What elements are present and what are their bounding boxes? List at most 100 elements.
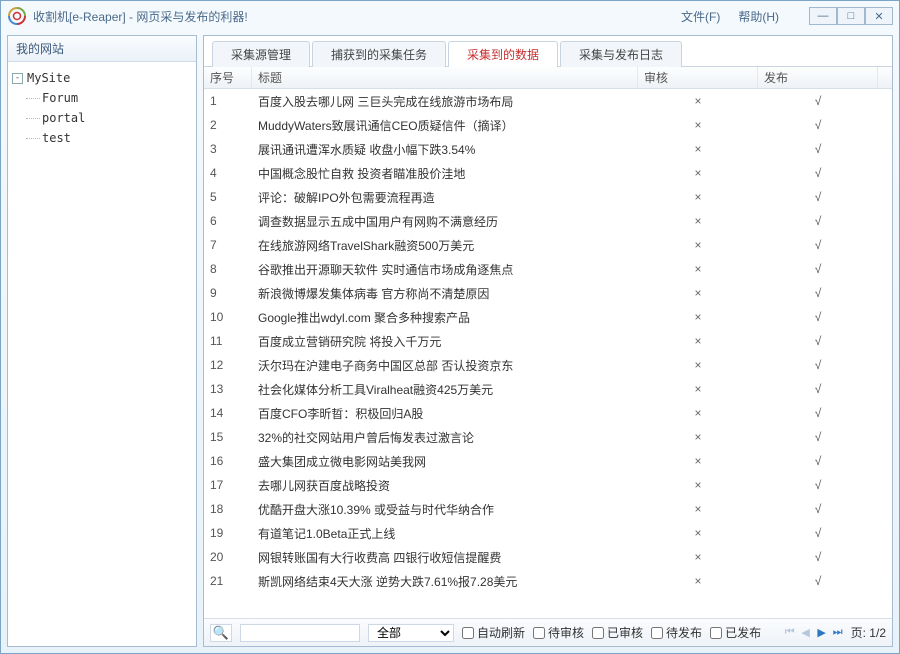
cell-seq: 17 [204, 478, 252, 492]
search-icon[interactable]: 🔍 [210, 624, 232, 642]
cell-publish: √ [758, 166, 878, 180]
cell-seq: 2 [204, 118, 252, 132]
cell-publish: √ [758, 310, 878, 324]
cell-review: × [638, 526, 758, 540]
prev-page-icon[interactable]: ◀ [799, 626, 813, 640]
cell-review: × [638, 166, 758, 180]
cell-title: MuddyWaters致展讯通信CEO质疑信件（摘译） [252, 117, 638, 134]
table-row[interactable]: 19有道笔记1.0Beta正式上线×√ [204, 521, 892, 545]
table-row[interactable]: 5评论：破解IPO外包需要流程再造×√ [204, 185, 892, 209]
cell-title: 谷歌推出开源聊天软件 实时通信市场成角逐焦点 [252, 261, 638, 278]
table-row[interactable]: 18优酷开盘大涨10.39% 或受益与时代华纳合作×√ [204, 497, 892, 521]
table-row[interactable]: 1532%的社交网站用户曾后悔发表过激言论×√ [204, 425, 892, 449]
cell-publish: √ [758, 334, 878, 348]
table-row[interactable]: 9新浪微博爆发集体病毒 官方称尚不清楚原因×√ [204, 281, 892, 305]
cell-seq: 10 [204, 310, 252, 324]
col-seq[interactable]: 序号 [204, 67, 252, 88]
cell-publish: √ [758, 430, 878, 444]
cell-seq: 15 [204, 430, 252, 444]
next-page-icon[interactable]: ▶ [815, 626, 829, 640]
tab[interactable]: 采集到的数据 [448, 41, 558, 67]
table-row[interactable]: 20网银转账国有大行收费高 四银行收短信提醒费×√ [204, 545, 892, 569]
table-row[interactable]: 13社会化媒体分析工具Viralheat融资425万美元×√ [204, 377, 892, 401]
tab-strip: 采集源管理捕获到的采集任务采集到的数据采集与发布日志 [204, 36, 892, 67]
tree-root[interactable]: - MySite [12, 68, 192, 88]
table-row[interactable]: 12沃尔玛在沪建电子商务中国区总部 否认投资京东×√ [204, 353, 892, 377]
cell-publish: √ [758, 214, 878, 228]
table-row[interactable]: 11百度成立营销研究院 将投入千万元×√ [204, 329, 892, 353]
grid-header: 序号 标题 审核 发布 [204, 67, 892, 89]
cell-seq: 20 [204, 550, 252, 564]
cell-seq: 13 [204, 382, 252, 396]
cell-seq: 18 [204, 502, 252, 516]
table-row[interactable]: 17去哪儿网获百度战略投资×√ [204, 473, 892, 497]
chk-published[interactable]: 已发布 [710, 624, 761, 641]
titlebar: 收割机[e-Reaper] - 网页采与发布的利器! 文件(F) 帮助(H) —… [1, 1, 899, 31]
col-publish[interactable]: 发布 [758, 67, 878, 88]
tree-item[interactable]: Forum [12, 88, 192, 108]
cell-seq: 21 [204, 574, 252, 588]
maximize-button[interactable]: □ [837, 7, 865, 25]
grid-body[interactable]: 1百度入股去哪儿网 三巨头完成在线旅游市场布局×√2MuddyWaters致展讯… [204, 89, 892, 618]
tree-item[interactable]: test [12, 128, 192, 148]
first-page-icon[interactable]: ⏮ [783, 626, 797, 640]
app-window: 收割机[e-Reaper] - 网页采与发布的利器! 文件(F) 帮助(H) —… [0, 0, 900, 654]
cell-title: 网银转账国有大行收费高 四银行收短信提醒费 [252, 549, 638, 566]
table-row[interactable]: 14百度CFO李昕晢：积极回归A股×√ [204, 401, 892, 425]
cell-publish: √ [758, 574, 878, 588]
cell-title: 评论：破解IPO外包需要流程再造 [252, 189, 638, 206]
sidebar: 我的网站 - MySite Forumportaltest [7, 35, 197, 647]
cell-title: 百度CFO李昕晢：积极回归A股 [252, 405, 638, 422]
menu-file[interactable]: 文件(F) [681, 8, 720, 25]
col-title[interactable]: 标题 [252, 67, 638, 88]
collapse-icon[interactable]: - [12, 73, 23, 84]
tab[interactable]: 采集源管理 [212, 41, 310, 67]
cell-publish: √ [758, 454, 878, 468]
table-row[interactable]: 10Google推出wdyl.com 聚合多种搜索产品×√ [204, 305, 892, 329]
cell-review: × [638, 406, 758, 420]
cell-seq: 16 [204, 454, 252, 468]
pager: ⏮ ◀ ▶ ⏭ 页: 1/2 [783, 624, 886, 641]
table-row[interactable]: 2MuddyWaters致展讯通信CEO质疑信件（摘译）×√ [204, 113, 892, 137]
cell-review: × [638, 286, 758, 300]
filter-select[interactable]: 全部 [368, 624, 454, 642]
cell-title: 展讯通讯遭浑水质疑 收盘小幅下跌3.54% [252, 141, 638, 158]
chk-auto-refresh[interactable]: 自动刷新 [462, 624, 525, 641]
cell-review: × [638, 238, 758, 252]
menu-help[interactable]: 帮助(H) [738, 8, 779, 25]
cell-title: 中国概念股忙自救 投资者瞄准股价洼地 [252, 165, 638, 182]
table-row[interactable]: 4中国概念股忙自救 投资者瞄准股价洼地×√ [204, 161, 892, 185]
cell-title: 社会化媒体分析工具Viralheat融资425万美元 [252, 381, 638, 398]
cell-publish: √ [758, 382, 878, 396]
cell-review: × [638, 310, 758, 324]
close-button[interactable]: ✕ [865, 7, 893, 25]
cell-review: × [638, 382, 758, 396]
cell-publish: √ [758, 118, 878, 132]
minimize-button[interactable]: — [809, 7, 837, 25]
table-row[interactable]: 8谷歌推出开源聊天软件 实时通信市场成角逐焦点×√ [204, 257, 892, 281]
chk-reviewed[interactable]: 已审核 [592, 624, 643, 641]
cell-review: × [638, 454, 758, 468]
col-review[interactable]: 审核 [638, 67, 758, 88]
chk-pending-publish[interactable]: 待发布 [651, 624, 702, 641]
table-row[interactable]: 1百度入股去哪儿网 三巨头完成在线旅游市场布局×√ [204, 89, 892, 113]
table-row[interactable]: 21斯凯网络结束4天大涨 逆势大跌7.61%报7.28美元×√ [204, 569, 892, 593]
table-row[interactable]: 3展讯通讯遭浑水质疑 收盘小幅下跌3.54%×√ [204, 137, 892, 161]
main-pane: 采集源管理捕获到的采集任务采集到的数据采集与发布日志 序号 标题 审核 发布 1… [203, 35, 893, 647]
tab[interactable]: 采集与发布日志 [560, 41, 682, 67]
table-row[interactable]: 7在线旅游网络TravelShark融资500万美元×√ [204, 233, 892, 257]
cell-seq: 12 [204, 358, 252, 372]
cell-review: × [638, 478, 758, 492]
table-row[interactable]: 16盛大集团成立微电影网站美我网×√ [204, 449, 892, 473]
chk-pending-review[interactable]: 待审核 [533, 624, 584, 641]
cell-seq: 6 [204, 214, 252, 228]
cell-review: × [638, 574, 758, 588]
cell-publish: √ [758, 358, 878, 372]
cell-seq: 7 [204, 238, 252, 252]
search-input[interactable] [240, 624, 360, 642]
table-row[interactable]: 6调查数据显示五成中国用户有网购不满意经历×√ [204, 209, 892, 233]
last-page-icon[interactable]: ⏭ [831, 626, 845, 640]
tree-item[interactable]: portal [12, 108, 192, 128]
tab[interactable]: 捕获到的采集任务 [312, 41, 446, 67]
cell-title: 斯凯网络结束4天大涨 逆势大跌7.61%报7.28美元 [252, 573, 638, 590]
